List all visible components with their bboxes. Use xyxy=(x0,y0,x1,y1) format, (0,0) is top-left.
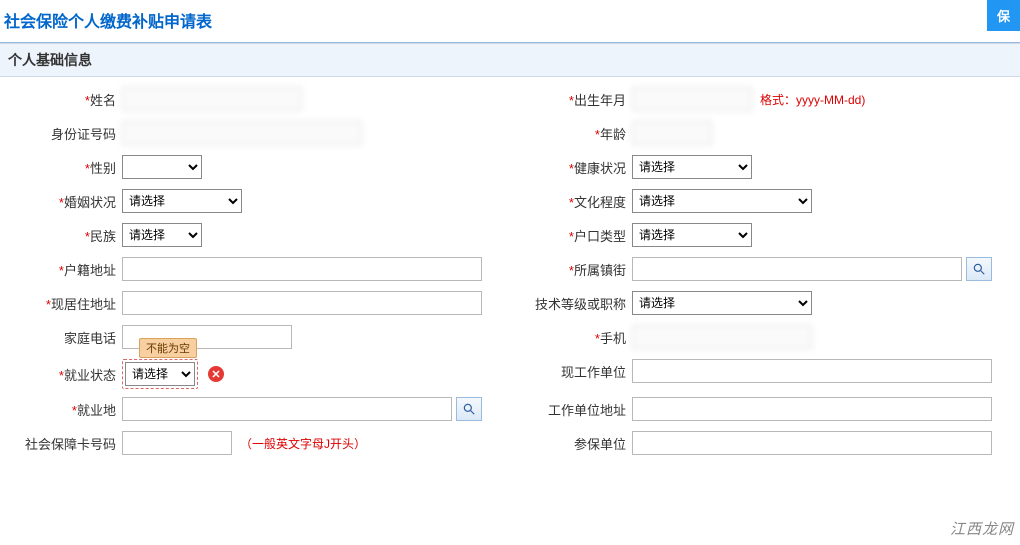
label-huji-addr: 户籍地址 xyxy=(64,263,116,278)
hint-sscard: （一般英文字母J开头） xyxy=(240,435,366,452)
select-health[interactable]: 请选择 xyxy=(632,155,752,179)
error-icon: ✕ xyxy=(208,366,224,382)
label-hukou: 户口类型 xyxy=(574,229,626,244)
value-age xyxy=(632,121,712,145)
hint-dob: 格式：yyyy-MM-dd) xyxy=(760,91,865,108)
label-marital: 婚姻状况 xyxy=(64,195,116,210)
label-health: 健康状况 xyxy=(574,161,626,176)
input-insure-unit[interactable] xyxy=(632,431,992,455)
label-sscard: 社会保障卡号码 xyxy=(25,437,116,452)
label-age: 年龄 xyxy=(600,127,626,142)
select-emp-status[interactable]: 请选择 xyxy=(125,362,195,386)
value-mobile xyxy=(632,325,812,349)
search-town-button[interactable] xyxy=(966,257,992,281)
input-cur-unit[interactable] xyxy=(632,359,992,383)
label-town: 所属镇街 xyxy=(574,263,626,278)
label-name: 姓名 xyxy=(90,93,116,108)
page-title-text: 社会保险个人缴费补贴申请表 xyxy=(4,14,212,31)
watermark: 江西龙网 xyxy=(950,518,1014,539)
label-ethnic: 民族 xyxy=(90,229,116,244)
label-unit-addr: 工作单位地址 xyxy=(548,403,626,418)
input-town[interactable] xyxy=(632,257,962,281)
value-idno xyxy=(122,121,362,145)
label-dob: 出生年月 xyxy=(574,93,626,108)
error-field-wrap: 不能为空 请选择 xyxy=(122,359,198,389)
label-edu: 文化程度 xyxy=(574,195,626,210)
select-ethnic[interactable]: 请选择 xyxy=(122,223,202,247)
input-live-addr[interactable] xyxy=(122,291,482,315)
save-button[interactable]: 保 xyxy=(987,0,1020,31)
label-mobile: 手机 xyxy=(600,331,626,346)
label-home-tel: 家庭电话 xyxy=(64,331,116,346)
search-icon xyxy=(972,262,986,276)
input-unit-addr[interactable] xyxy=(632,397,992,421)
form-body: *姓名 *出生年月 格式：yyyy-MM-dd) 身份证号码 *年龄 *性别 xyxy=(0,77,1020,475)
select-skill[interactable]: 请选择 xyxy=(632,291,812,315)
label-emp-place: 就业地 xyxy=(77,403,116,418)
page-title: 社会保险个人缴费补贴申请表 保 xyxy=(0,0,1020,43)
label-emp-status: 就业状态 xyxy=(64,368,116,383)
select-gender[interactable] xyxy=(122,155,202,179)
input-huji-addr[interactable] xyxy=(122,257,482,281)
select-hukou[interactable]: 请选择 xyxy=(632,223,752,247)
label-idno: 身份证号码 xyxy=(51,127,116,142)
input-emp-place[interactable] xyxy=(122,397,452,421)
value-dob xyxy=(632,87,752,111)
section-basic-info: 个人基础信息 xyxy=(0,43,1020,77)
label-live-addr: 现居住地址 xyxy=(51,297,116,312)
search-emp-place-button[interactable] xyxy=(456,397,482,421)
label-cur-unit: 现工作单位 xyxy=(561,365,626,380)
label-skill: 技术等级或职称 xyxy=(535,297,626,312)
value-name xyxy=(122,87,302,111)
error-tooltip: 不能为空 xyxy=(139,338,197,358)
select-marital[interactable]: 请选择 xyxy=(122,189,242,213)
select-edu[interactable]: 请选择 xyxy=(632,189,812,213)
label-gender: 性别 xyxy=(90,161,116,176)
label-insure-unit: 参保单位 xyxy=(574,437,626,452)
input-sscard[interactable] xyxy=(122,431,232,455)
search-icon xyxy=(462,402,476,416)
